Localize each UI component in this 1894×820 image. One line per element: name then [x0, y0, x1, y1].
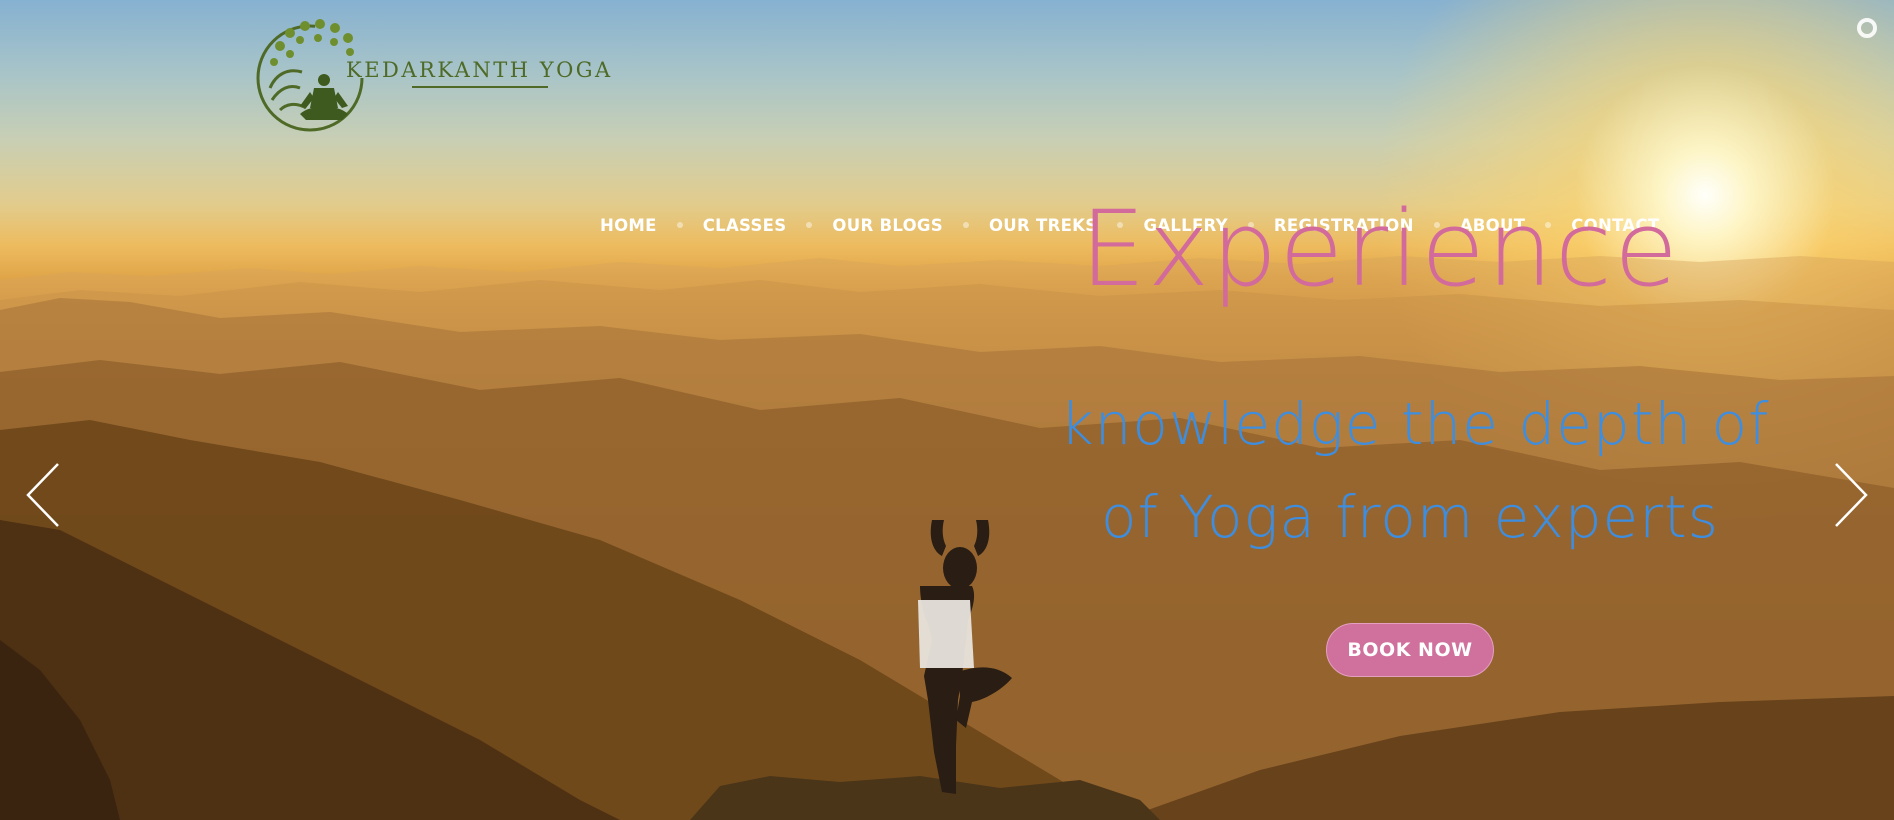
brand-name[interactable]: KEDARKANTH YOGA — [346, 58, 613, 82]
hero-headline: Experience — [1080, 188, 1680, 310]
hero-subline: knowledge the depth of of Yoga from expe… — [1060, 378, 1770, 564]
book-now-button[interactable]: BOOK NOW — [1326, 623, 1494, 677]
brand-underline — [412, 86, 548, 88]
nav-our-blogs[interactable]: OUR BLOGS — [832, 216, 943, 235]
scroll-indicator-icon[interactable] — [1857, 18, 1877, 38]
slider-prev-button[interactable] — [24, 460, 64, 530]
hero-slider: KEDARKANTH YOGA HOME CLASSES OUR BLOGS O… — [0, 0, 1894, 820]
chevron-right-icon — [1835, 463, 1868, 527]
hero-subline-line-1: knowledge the depth of — [1060, 390, 1770, 458]
nav-classes[interactable]: CLASSES — [703, 216, 787, 235]
nav-separator — [962, 222, 969, 228]
nav-home[interactable]: HOME — [600, 216, 657, 235]
nav-separator — [806, 222, 813, 228]
slider-next-button[interactable] — [1830, 460, 1870, 530]
chevron-left-icon — [26, 463, 59, 527]
nav-separator — [676, 222, 683, 228]
hero-subline-line-2: of Yoga from experts — [1100, 483, 1720, 551]
